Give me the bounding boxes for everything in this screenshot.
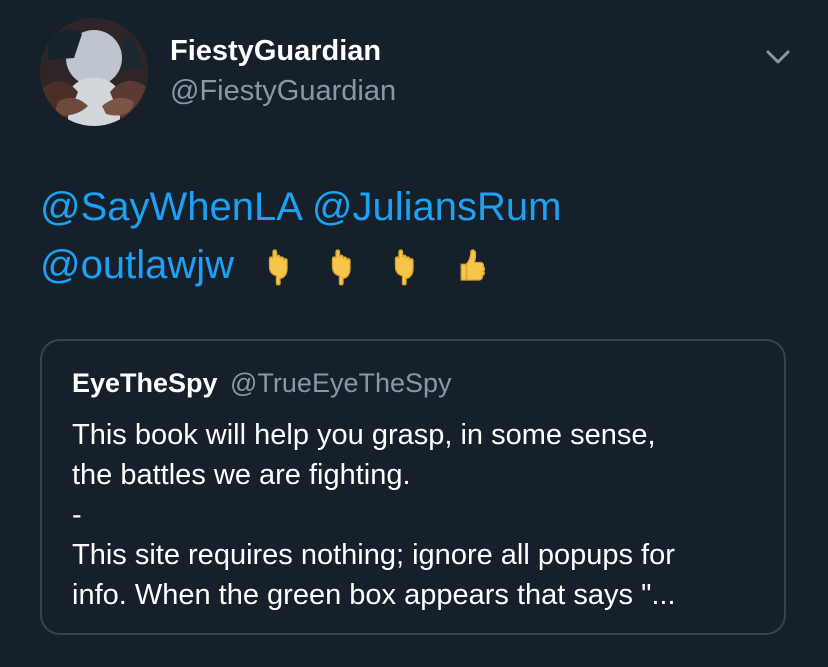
quoted-author-handle[interactable]: @TrueEyeTheSpy [230,368,452,398]
avatar[interactable] [40,18,148,126]
tweet-line-1: @SayWhenLA @JuliansRum [40,178,800,236]
tweet-author-handle[interactable]: @FiestyGuardian [170,74,396,108]
emoji-row [259,234,500,292]
thumbs-up-icon [460,249,485,281]
quoted-tweet-card[interactable]: EyeTheSpy @TrueEyeTheSpy This book will … [40,339,786,635]
pointing-down-hand-icon [332,249,351,286]
mention-saywhenla[interactable]: @SayWhenLA [40,185,301,229]
quoted-line-4: This site requires nothing; ignore all p… [72,539,675,571]
quoted-line-2: the battles we are fighting. [72,459,411,491]
avatar-image [40,18,148,126]
mention-outlawjw[interactable]: @outlawjw [40,243,234,287]
quoted-tweet-body: This book will help you grasp, in some s… [72,415,762,615]
quoted-line-1: This book will help you grasp, in some s… [72,419,656,451]
more-options-button[interactable] [760,38,796,74]
quoted-line-3: - [72,499,82,531]
mention-juliansrum[interactable]: @JuliansRum [312,185,562,229]
quoted-author-name[interactable]: EyeTheSpy [72,368,218,398]
pointing-down-hand-icon [395,249,415,286]
quoted-line-5: info. When the green box appears that sa… [72,579,676,611]
tweet-author-name[interactable]: FiestyGuardian [170,34,381,68]
tweet-line-2: @outlawjw [40,236,800,296]
quoted-author-row: EyeTheSpy @TrueEyeTheSpy [72,367,452,399]
tweet-text: @SayWhenLA @JuliansRum @outlawjw [40,178,800,296]
chevron-down-icon [766,50,790,64]
pointing-down-hand-icon [268,249,288,286]
